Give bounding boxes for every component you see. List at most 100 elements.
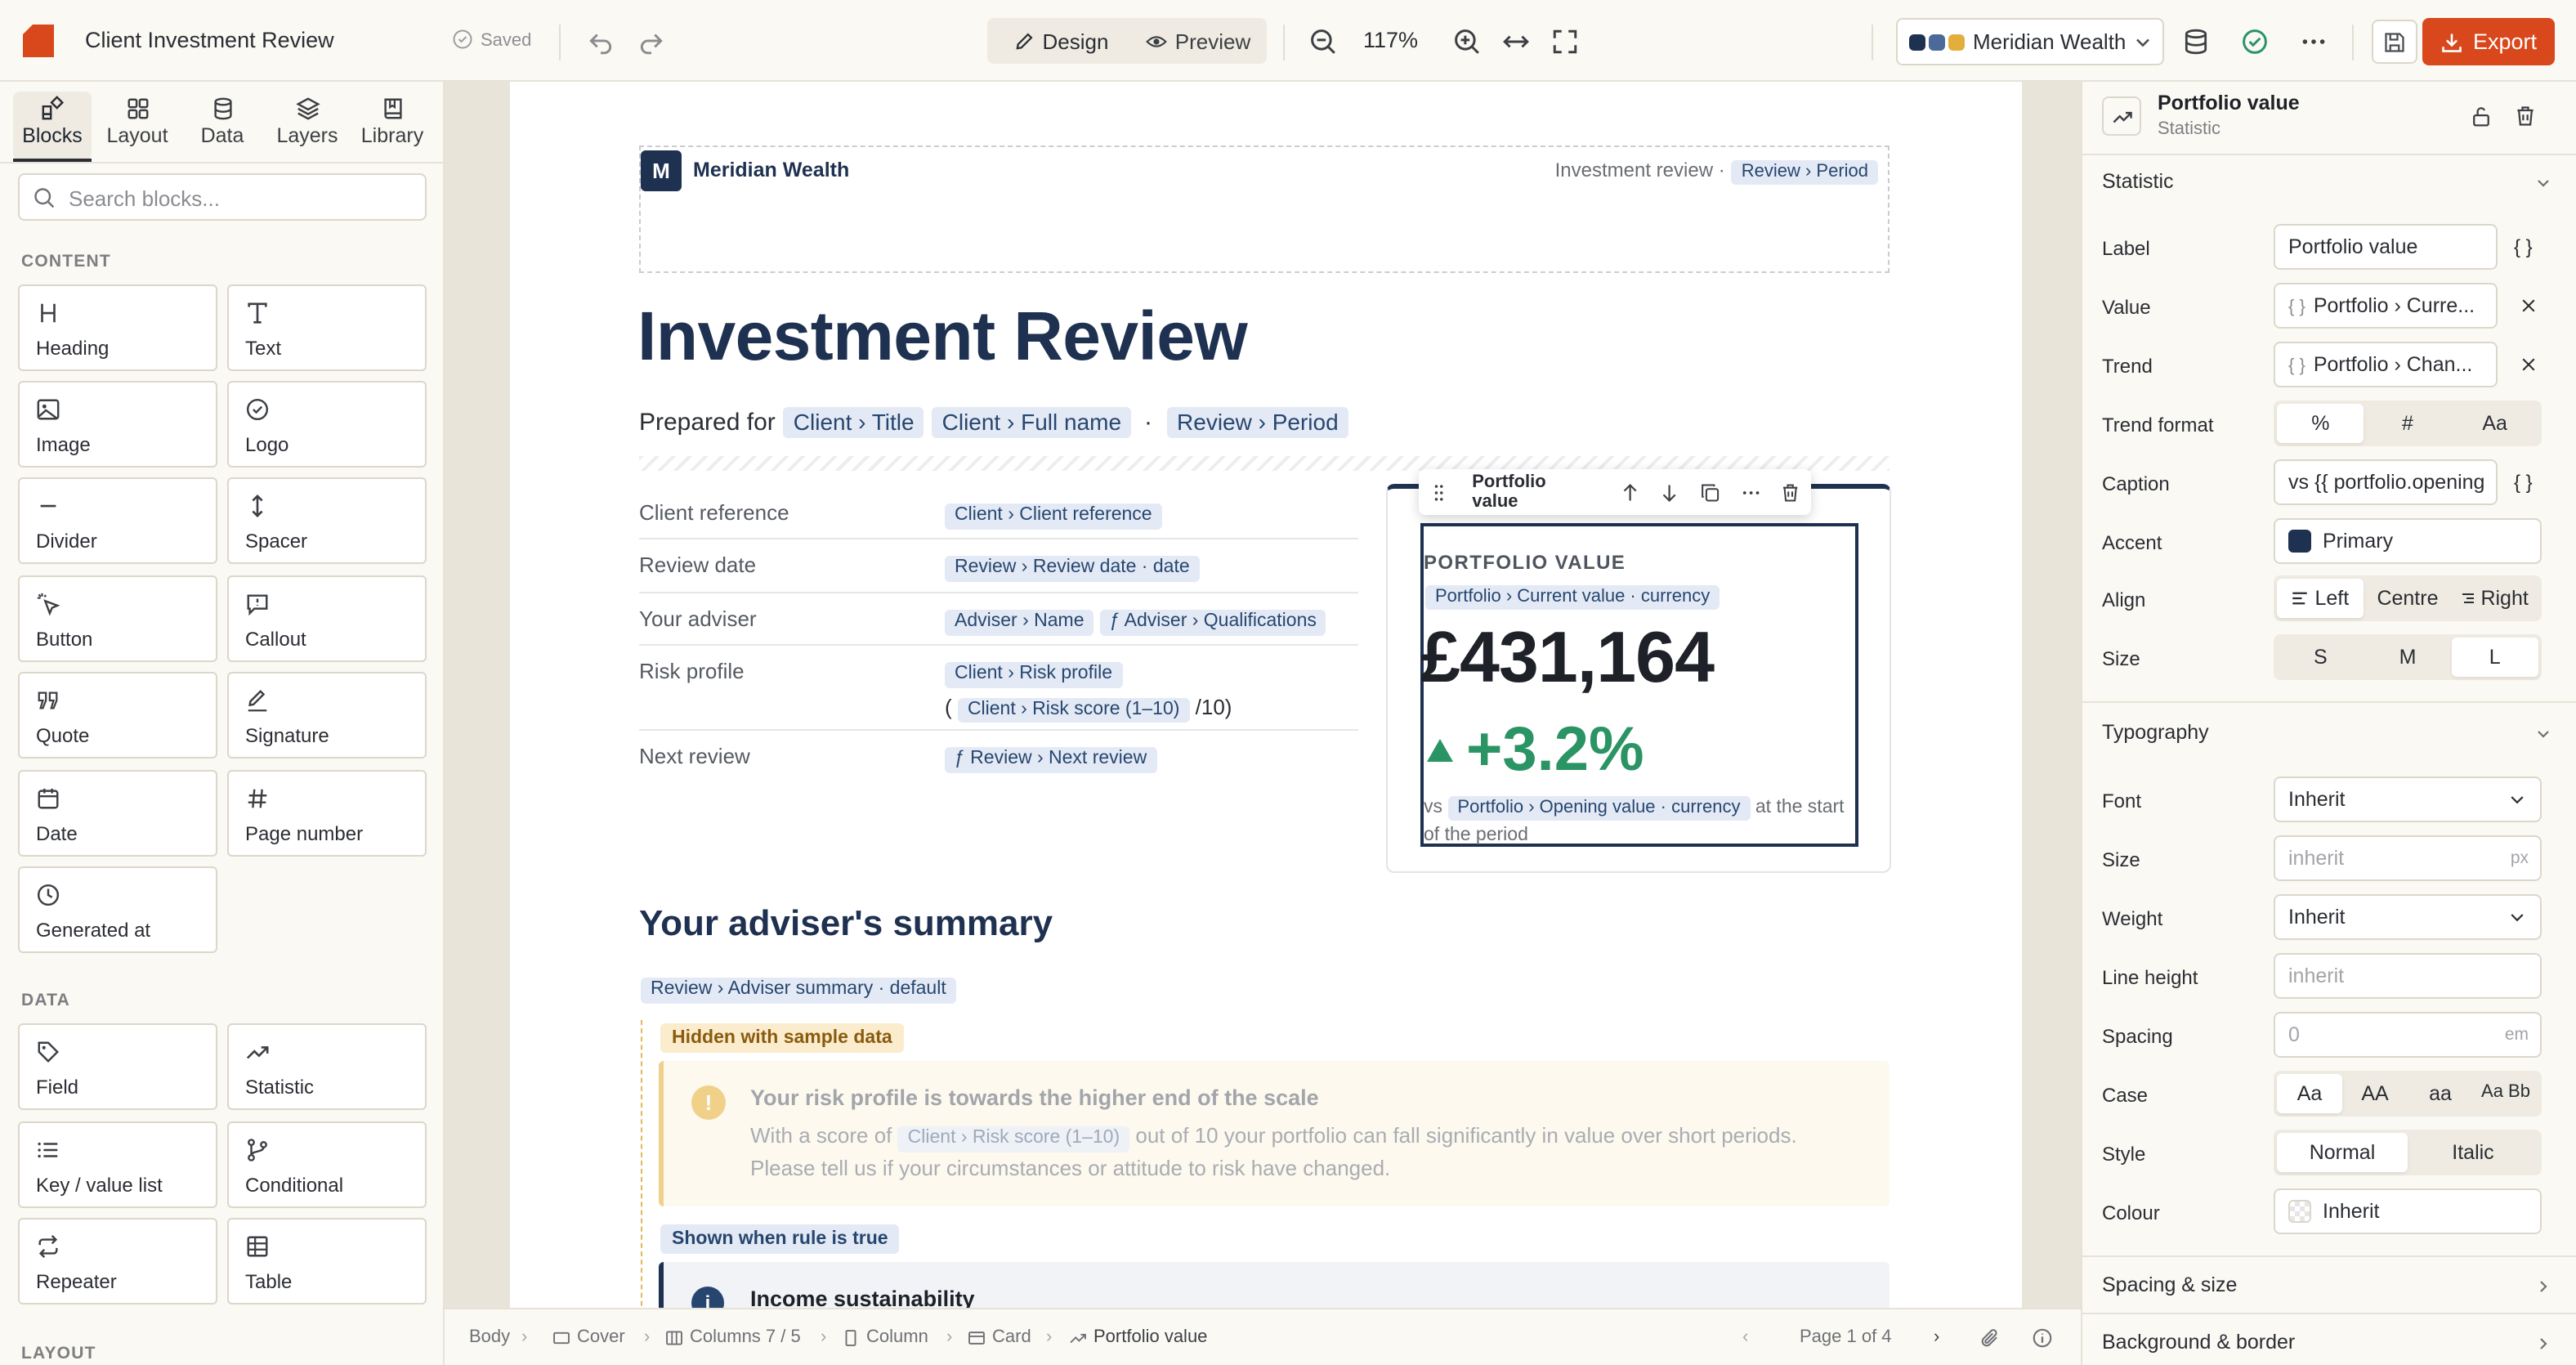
breadcrumb-item[interactable]: Cover: [552, 1327, 625, 1347]
document-title-heading[interactable]: Investment Review: [637, 298, 1248, 376]
clear-binding-icon[interactable]: [2519, 296, 2538, 316]
statistic-card[interactable]: PORTFOLIO VALUE Portfolio › Current valu…: [1386, 469, 1891, 873]
tab-layers[interactable]: Layers: [268, 92, 347, 160]
font-size-input[interactable]: inherit px: [2274, 835, 2542, 881]
unlock-icon[interactable]: [2470, 105, 2493, 128]
data-binding-chip[interactable]: Client › Risk score (1–10): [897, 1126, 1130, 1152]
style-option-italic[interactable]: Italic: [2408, 1133, 2538, 1172]
document-title[interactable]: Client Investment Review: [85, 28, 334, 52]
search-input[interactable]: [69, 183, 412, 213]
line-height-input[interactable]: inherit: [2274, 953, 2542, 999]
attachment-button[interactable]: [1979, 1327, 2001, 1349]
value-binding-field[interactable]: { } Portfolio › Curre...: [2274, 283, 2498, 329]
block-spacer[interactable]: Spacer: [227, 477, 427, 564]
zoom-level[interactable]: 117%: [1363, 28, 1418, 52]
data-binding-chip[interactable]: Client › Risk profile: [945, 662, 1122, 688]
prev-page-button[interactable]: ‹: [1742, 1327, 1748, 1347]
app-logo[interactable]: [20, 25, 57, 57]
preview-mode-button[interactable]: Preview: [1133, 23, 1263, 59]
block-quote[interactable]: Quote: [18, 672, 217, 759]
document-page[interactable]: M Meridian Wealth Investment review · Rev…: [510, 82, 2022, 1308]
breadcrumb-item[interactable]: Column: [842, 1327, 928, 1347]
trend-binding-field[interactable]: { } Portfolio › Chan...: [2274, 342, 2498, 387]
brand-theme-select[interactable]: Meridian Wealth: [1896, 18, 2164, 65]
info-button[interactable]: [2032, 1327, 2053, 1349]
clear-binding-icon[interactable]: [2519, 355, 2538, 374]
format-option-percent[interactable]: %: [2277, 404, 2364, 443]
align-left-option[interactable]: Left: [2277, 579, 2364, 618]
more-options-button[interactable]: [2293, 21, 2332, 60]
summary-heading[interactable]: Your adviser's summary: [639, 902, 1053, 945]
redo-button[interactable]: [631, 21, 670, 60]
breadcrumb-item[interactable]: Columns 7 / 5: [665, 1327, 801, 1347]
section-header-statistic[interactable]: Statistic: [2102, 170, 2174, 193]
style-option-normal[interactable]: Normal: [2277, 1133, 2408, 1172]
format-option-number[interactable]: #: [2364, 404, 2452, 443]
page-header-band[interactable]: M Meridian Wealth Investment review · Rev…: [639, 145, 1890, 273]
section-header-background-border[interactable]: Background & border: [2102, 1331, 2295, 1354]
block-callout[interactable]: Callout: [227, 575, 427, 662]
save-button[interactable]: [2372, 20, 2417, 64]
arrow-up-icon[interactable]: [1620, 481, 1640, 503]
data-binding-chip[interactable]: Review › Review date · date: [945, 556, 1200, 582]
block-signature[interactable]: Signature: [227, 672, 427, 759]
data-binding-chip[interactable]: Review › Adviser summary · default: [641, 978, 956, 1004]
tab-blocks[interactable]: Blocks: [13, 92, 92, 160]
data-binding-chip[interactable]: Adviser › Name: [945, 610, 1094, 636]
case-option-lower[interactable]: aa: [2408, 1074, 2473, 1113]
section-header-spacing-size[interactable]: Spacing & size: [2102, 1273, 2237, 1296]
case-option-capitalize[interactable]: Aa Bb: [2473, 1074, 2538, 1113]
data-binding-chip[interactable]: ƒ Review › Next review: [945, 747, 1157, 773]
block-search[interactable]: [18, 173, 427, 221]
design-mode-button[interactable]: Design: [992, 23, 1129, 59]
size-option-s[interactable]: S: [2277, 638, 2364, 677]
case-option-upper[interactable]: AA: [2342, 1074, 2408, 1113]
bind-data-button[interactable]: { }: [2514, 471, 2533, 494]
block-page-number[interactable]: Page number: [227, 770, 427, 857]
chevron-right-icon[interactable]: [2534, 1334, 2553, 1354]
data-binding-chip[interactable]: Client › Title: [783, 407, 924, 438]
accent-select[interactable]: Primary: [2274, 518, 2542, 564]
block-repeater[interactable]: Repeater: [18, 1218, 217, 1305]
data-binding-chip[interactable]: Review › Period: [1167, 407, 1348, 438]
data-binding-chip[interactable]: Client › Full name: [932, 407, 1132, 438]
font-select[interactable]: Inherit: [2274, 776, 2542, 822]
breadcrumb-item-current[interactable]: Portfolio value: [1069, 1327, 1207, 1347]
block-image[interactable]: Image: [18, 381, 217, 468]
trash-icon[interactable]: [1781, 481, 1801, 503]
warning-callout[interactable]: ! Your risk profile is towards the highe…: [659, 1061, 1890, 1206]
drag-handle-icon[interactable]: [1429, 481, 1449, 503]
duplicate-icon[interactable]: [1700, 481, 1720, 503]
align-centre-option[interactable]: Centre: [2364, 579, 2452, 618]
block-heading[interactable]: Heading: [18, 284, 217, 371]
format-option-text[interactable]: Aa: [2451, 404, 2538, 443]
arrow-down-icon[interactable]: [1660, 481, 1680, 503]
align-right-option[interactable]: Right: [2451, 579, 2538, 618]
block-date[interactable]: Date: [18, 770, 217, 857]
block-text[interactable]: Text: [227, 284, 427, 371]
block-key-value-list[interactable]: Key / value list: [18, 1121, 217, 1208]
conditional-status-badge[interactable]: Hidden with sample data: [660, 1023, 904, 1053]
data-binding-chip[interactable]: ƒ Adviser › Qualifications: [1099, 610, 1326, 636]
tab-library[interactable]: Library: [353, 92, 432, 160]
size-option-l[interactable]: L: [2451, 638, 2538, 677]
info-callout[interactable]: i Income sustainability: [659, 1262, 1890, 1308]
selected-statistic-block[interactable]: PORTFOLIO VALUE Portfolio › Current valu…: [1420, 523, 1858, 847]
block-generated-at[interactable]: Generated at: [18, 866, 217, 953]
prepared-for-line[interactable]: Prepared for Client › Title Client › Full …: [639, 407, 1348, 438]
block-field[interactable]: Field: [18, 1023, 217, 1110]
chevron-down-icon[interactable]: [2534, 173, 2553, 193]
data-source-button[interactable]: [2176, 21, 2215, 60]
data-binding-chip[interactable]: Review › Period: [1731, 160, 1878, 185]
export-button[interactable]: Export: [2422, 18, 2555, 65]
data-binding-chip[interactable]: Portfolio › Opening value · currency: [1447, 796, 1751, 821]
block-conditional[interactable]: Conditional: [227, 1121, 427, 1208]
zoom-out-button[interactable]: [1303, 21, 1342, 60]
letter-spacing-input[interactable]: 0 em: [2274, 1012, 2542, 1058]
chevron-down-icon[interactable]: [2534, 724, 2553, 744]
next-page-button[interactable]: ›: [1934, 1327, 1939, 1347]
tab-data[interactable]: Data: [183, 92, 262, 160]
block-table[interactable]: Table: [227, 1218, 427, 1305]
bind-data-button[interactable]: { }: [2514, 235, 2533, 258]
editor-canvas[interactable]: M Meridian Wealth Investment review · Rev…: [445, 82, 2081, 1308]
